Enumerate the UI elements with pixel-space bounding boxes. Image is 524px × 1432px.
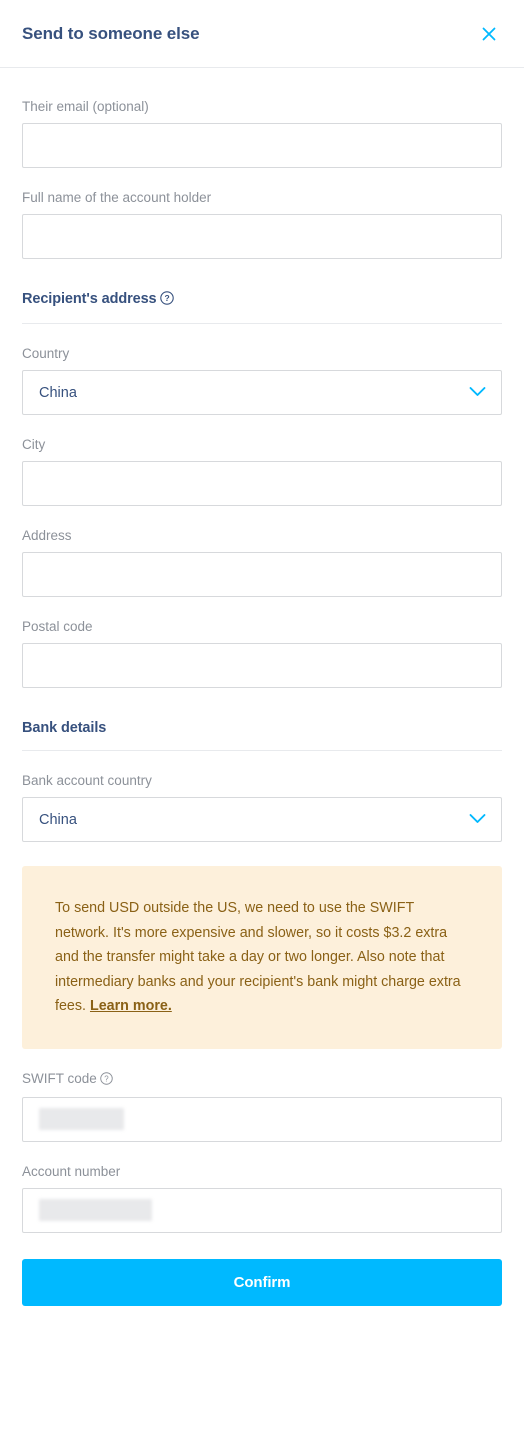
full-name-label: Full name of the account holder bbox=[22, 190, 212, 205]
account-number-label: Account number bbox=[22, 1163, 121, 1179]
field-account-number: Account number bbox=[22, 1163, 502, 1233]
field-city: City bbox=[22, 436, 502, 506]
help-circle-icon[interactable]: ? bbox=[159, 291, 174, 309]
country-select[interactable]: China bbox=[22, 370, 502, 415]
confirm-button[interactable]: Confirm bbox=[22, 1258, 502, 1306]
help-circle-icon[interactable]: ? bbox=[100, 1071, 113, 1090]
field-address: Address bbox=[22, 527, 502, 597]
section-recipient-address: Recipient's address? bbox=[22, 291, 502, 324]
close-button[interactable] bbox=[476, 21, 502, 47]
section-label: Bank details bbox=[22, 720, 107, 736]
bank-account-country-select[interactable]: China bbox=[22, 797, 502, 842]
country-label: Country bbox=[22, 346, 70, 361]
section-divider bbox=[22, 750, 502, 751]
send-to-someone-else-modal: Send to someone else Their email (option… bbox=[0, 0, 524, 1432]
modal-body: Their email (optional) Full name of the … bbox=[0, 98, 524, 1306]
swift-code-label-text: SWIFT code bbox=[22, 1070, 97, 1086]
swift-code-label: SWIFT code? bbox=[22, 1070, 502, 1090]
svg-text:?: ? bbox=[104, 1074, 109, 1083]
swift-code-field[interactable] bbox=[22, 1096, 502, 1142]
field-email: Their email (optional) bbox=[22, 98, 502, 168]
section-divider bbox=[22, 323, 502, 324]
learn-more-link[interactable]: Learn more. bbox=[90, 998, 172, 1014]
bank-account-country-selected-value: China bbox=[39, 811, 77, 828]
city-field[interactable] bbox=[22, 461, 502, 506]
alert-text: To send USD outside the US, we need to u… bbox=[55, 900, 461, 1014]
city-label: City bbox=[22, 437, 46, 452]
modal-header: Send to someone else bbox=[0, 0, 524, 68]
account-number-field[interactable] bbox=[22, 1187, 502, 1233]
page-title: Send to someone else bbox=[22, 23, 200, 43]
field-swift-code: SWIFT code? bbox=[22, 1070, 502, 1142]
field-bank-account-country: Bank account country China bbox=[22, 772, 502, 842]
swift-fee-alert: To send USD outside the US, we need to u… bbox=[22, 866, 502, 1049]
section-label: Recipient's address bbox=[22, 291, 157, 307]
redacted-value bbox=[39, 1199, 152, 1221]
field-country: Country China bbox=[22, 345, 502, 415]
email-label: Their email (optional) bbox=[22, 99, 149, 114]
section-title-bank-details: Bank details bbox=[22, 720, 502, 750]
email-field[interactable] bbox=[22, 123, 502, 168]
section-title-recipient-address: Recipient's address? bbox=[22, 291, 502, 323]
postal-code-field[interactable] bbox=[22, 643, 502, 688]
address-field[interactable] bbox=[22, 552, 502, 597]
bank-account-country-label: Bank account country bbox=[22, 773, 152, 788]
bank-account-country-select-wrapper: China bbox=[22, 797, 502, 842]
country-selected-value: China bbox=[39, 384, 77, 401]
redacted-value bbox=[39, 1108, 124, 1130]
full-name-field[interactable] bbox=[22, 214, 502, 259]
field-postal-code: Postal code bbox=[22, 618, 502, 688]
section-bank-details: Bank details bbox=[22, 720, 502, 751]
svg-text:?: ? bbox=[164, 293, 169, 303]
country-select-wrapper: China bbox=[22, 370, 502, 415]
address-label: Address bbox=[22, 528, 72, 543]
field-full-name: Full name of the account holder bbox=[22, 189, 502, 259]
postal-code-label: Postal code bbox=[22, 619, 93, 634]
close-icon bbox=[480, 25, 498, 43]
